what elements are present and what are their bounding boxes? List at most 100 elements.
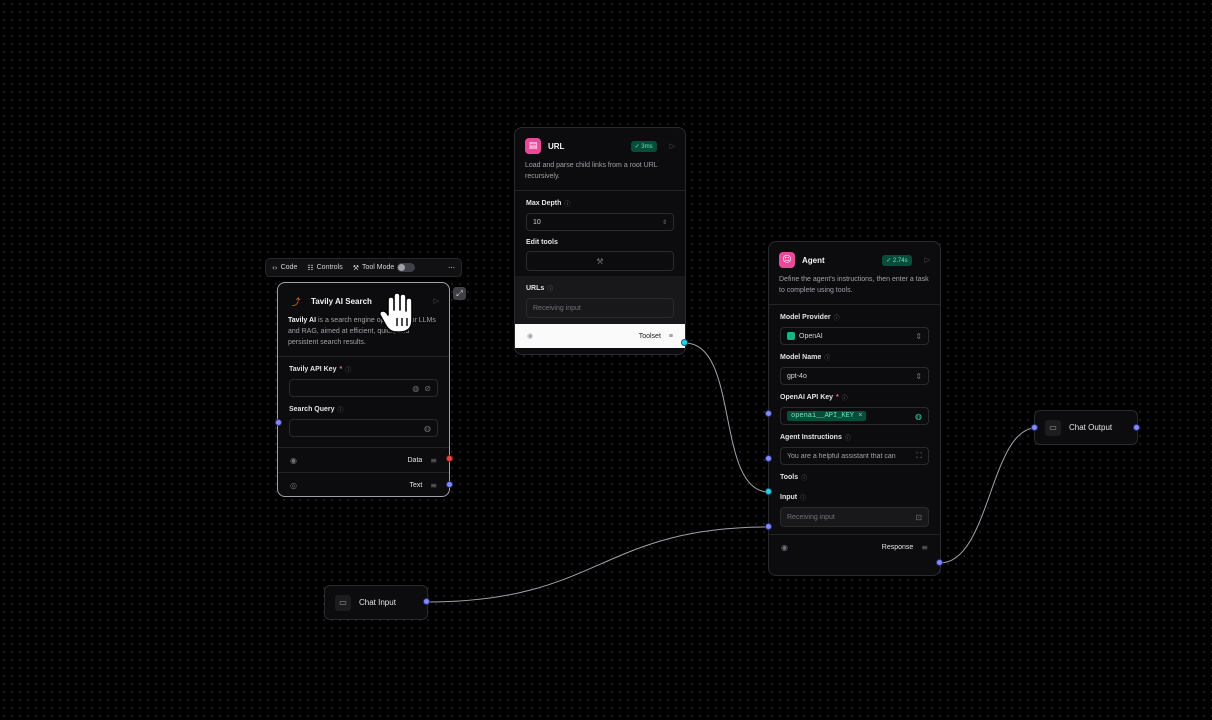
tavily-input-handle[interactable] bbox=[275, 419, 282, 426]
edges-layer bbox=[426, 342, 1037, 603]
tavily-logo-icon: ⤴ bbox=[291, 297, 301, 308]
expand-icon[interactable]: ⤢ bbox=[453, 287, 466, 300]
chat-output-node[interactable]: ▭ Chat Output bbox=[1034, 410, 1138, 445]
chat-input-label: Chat Input bbox=[359, 598, 396, 607]
edge-response-to-chatoutput bbox=[939, 427, 1037, 564]
output-data-row: ◉ Data ≡ bbox=[278, 448, 449, 472]
text-output-handle[interactable] bbox=[446, 481, 453, 488]
model-provider-label: Model Provider ⓘ bbox=[769, 305, 940, 327]
eye-off-icon[interactable]: ◎ bbox=[290, 481, 297, 490]
agent-node[interactable]: ☺ Agent ✓ 2.74s ▷ Define the agent's ins… bbox=[768, 241, 941, 576]
info-icon: ⓘ bbox=[841, 395, 848, 402]
max-depth-label: Max Depth ⓘ bbox=[515, 191, 685, 213]
input-placeholder: Receiving input bbox=[787, 513, 835, 521]
label-text: Max Depth bbox=[526, 200, 562, 207]
instructions-label: Agent Instructions ⓘ bbox=[769, 425, 940, 447]
label-text: Agent Instructions bbox=[780, 434, 842, 441]
controls-button[interactable]: ☷ Controls bbox=[307, 264, 342, 272]
model-provider-value: OpenAI bbox=[799, 332, 823, 340]
data-output-handle[interactable] bbox=[446, 455, 453, 462]
duration-badge: ✓ 3ms bbox=[630, 140, 657, 152]
toolset-output-handle[interactable] bbox=[681, 339, 688, 346]
tool-mode-label: Tool Mode bbox=[361, 264, 395, 271]
tool-mode-toggle[interactable]: ⚒ Tool Mode bbox=[353, 263, 416, 272]
info-icon: ⓘ bbox=[564, 201, 571, 208]
badge-text: 2.74s bbox=[892, 257, 908, 264]
list-icon: ≡ bbox=[668, 332, 673, 340]
globe-icon[interactable]: ◍ bbox=[424, 424, 431, 433]
expand-icon[interactable]: ⛶ bbox=[916, 451, 922, 461]
max-depth-input[interactable]: 10 ⇕ bbox=[526, 213, 674, 231]
chat-input-node[interactable]: ▭ Chat Input bbox=[324, 585, 428, 620]
chat-output-output-handle[interactable] bbox=[1133, 424, 1140, 431]
tool-mode-switch[interactable] bbox=[397, 263, 416, 272]
eye-icon[interactable]: ◉ bbox=[290, 456, 297, 465]
edit-tools-button[interactable]: ⚒ bbox=[526, 251, 674, 271]
instructions-input-handle[interactable] bbox=[765, 455, 772, 462]
node-description: Load and parse child links from a root U… bbox=[525, 162, 658, 180]
tavily-node[interactable]: ⤴ Tavily AI Search ▷ Tavily AI is a sear… bbox=[277, 282, 450, 497]
api-key-value: openai__API_KEY bbox=[791, 412, 855, 420]
lock-icon: ⊡ bbox=[915, 512, 922, 522]
response-output-handle[interactable] bbox=[936, 559, 943, 566]
code-label: Code bbox=[280, 264, 298, 271]
model-name-select[interactable]: gpt-4o ⇕ bbox=[780, 367, 929, 385]
api-key-input-handle[interactable] bbox=[765, 410, 772, 417]
node-description: Tavily AI is a search engine optimized f… bbox=[278, 315, 449, 356]
play-icon[interactable]: ▷ bbox=[434, 297, 439, 305]
instructions-input[interactable]: You are a helpful assistant that can ⛶ bbox=[780, 447, 929, 465]
model-provider-select[interactable]: OpenAI ⇕ bbox=[780, 327, 929, 345]
info-icon: ⓘ bbox=[800, 495, 807, 502]
hand-cursor-icon bbox=[379, 292, 413, 333]
label-text: OpenAI API Key bbox=[780, 394, 834, 401]
search-query-input[interactable]: ◍ bbox=[289, 419, 438, 437]
edge-chatinput-to-input bbox=[426, 526, 770, 603]
urls-placeholder: Receiving input bbox=[533, 304, 581, 312]
eye-icon[interactable]: ◉ bbox=[527, 332, 533, 340]
more-icon[interactable]: ⋯ bbox=[448, 264, 455, 272]
node-title: URL bbox=[548, 141, 565, 151]
info-icon: ⓘ bbox=[824, 355, 831, 362]
globe-icon[interactable]: ◍ bbox=[915, 412, 922, 421]
tavily-api-key-input[interactable]: ◍ ⊘ bbox=[289, 379, 438, 397]
chat-input-output-handle[interactable] bbox=[423, 598, 430, 605]
output-toolset-row: ◉ Toolset ≡ bbox=[515, 324, 685, 348]
code-button[interactable]: ‹› Code bbox=[272, 264, 297, 272]
edit-tools-label: Edit tools bbox=[515, 231, 685, 251]
list-icon: ≡ bbox=[430, 455, 437, 465]
wrench-icon: ⚒ bbox=[352, 263, 359, 272]
tools-input-handle[interactable] bbox=[765, 488, 772, 495]
info-icon: ⓘ bbox=[833, 315, 840, 322]
model-name-value: gpt-4o bbox=[787, 372, 807, 380]
chat-output-label: Chat Output bbox=[1069, 423, 1113, 432]
chat-output-input-handle[interactable] bbox=[1031, 424, 1038, 431]
input-label: Input ⓘ bbox=[769, 487, 940, 507]
edge-toolset-to-tools bbox=[684, 342, 770, 493]
node-title: Agent bbox=[802, 255, 825, 265]
play-icon[interactable]: ▷ bbox=[925, 256, 930, 264]
label-text: Tools bbox=[780, 474, 799, 481]
flow-canvas[interactable]: ‹› Code ☷ Controls ⚒ Tool Mode ⋯ ⤴ Tavil… bbox=[0, 0, 1212, 720]
url-node[interactable]: ▤ URL ✓ 3ms ▷ Load and parse child links… bbox=[514, 127, 686, 355]
chevron-updown-icon: ⇕ bbox=[915, 371, 922, 381]
agent-input-field[interactable]: Receiving input ⊡ bbox=[780, 507, 929, 527]
api-key-chip[interactable]: openai__API_KEY × bbox=[787, 411, 867, 421]
eye-icon[interactable]: ◉ bbox=[781, 543, 788, 552]
output-response-row: ◉ Response ≡ bbox=[769, 535, 940, 559]
openai-api-key-input[interactable]: openai__API_KEY × ◍ bbox=[780, 407, 929, 425]
globe-icon[interactable]: ◍ ⊘ bbox=[412, 384, 431, 393]
play-icon[interactable]: ▷ bbox=[670, 142, 675, 150]
urls-input[interactable]: Receiving input bbox=[526, 298, 674, 318]
node-toolbar: ‹› Code ☷ Controls ⚒ Tool Mode ⋯ bbox=[265, 258, 462, 277]
list-icon: ≡ bbox=[430, 480, 437, 490]
output-data-label: Data bbox=[407, 456, 423, 464]
code-icon: ‹› bbox=[272, 263, 278, 272]
output-text-row: ◎ Text ≡ bbox=[278, 473, 449, 497]
urls-label: URLs ⓘ bbox=[515, 276, 685, 298]
wrench-icon: ⚒ bbox=[596, 256, 604, 266]
search-query-label: Search Query ⓘ bbox=[278, 397, 449, 419]
agent-input-handle[interactable] bbox=[765, 523, 772, 530]
stepper-icon[interactable]: ⇕ bbox=[662, 219, 667, 226]
controls-label: Controls bbox=[316, 264, 343, 271]
node-description: Define the agent's instructions, then en… bbox=[779, 276, 929, 294]
